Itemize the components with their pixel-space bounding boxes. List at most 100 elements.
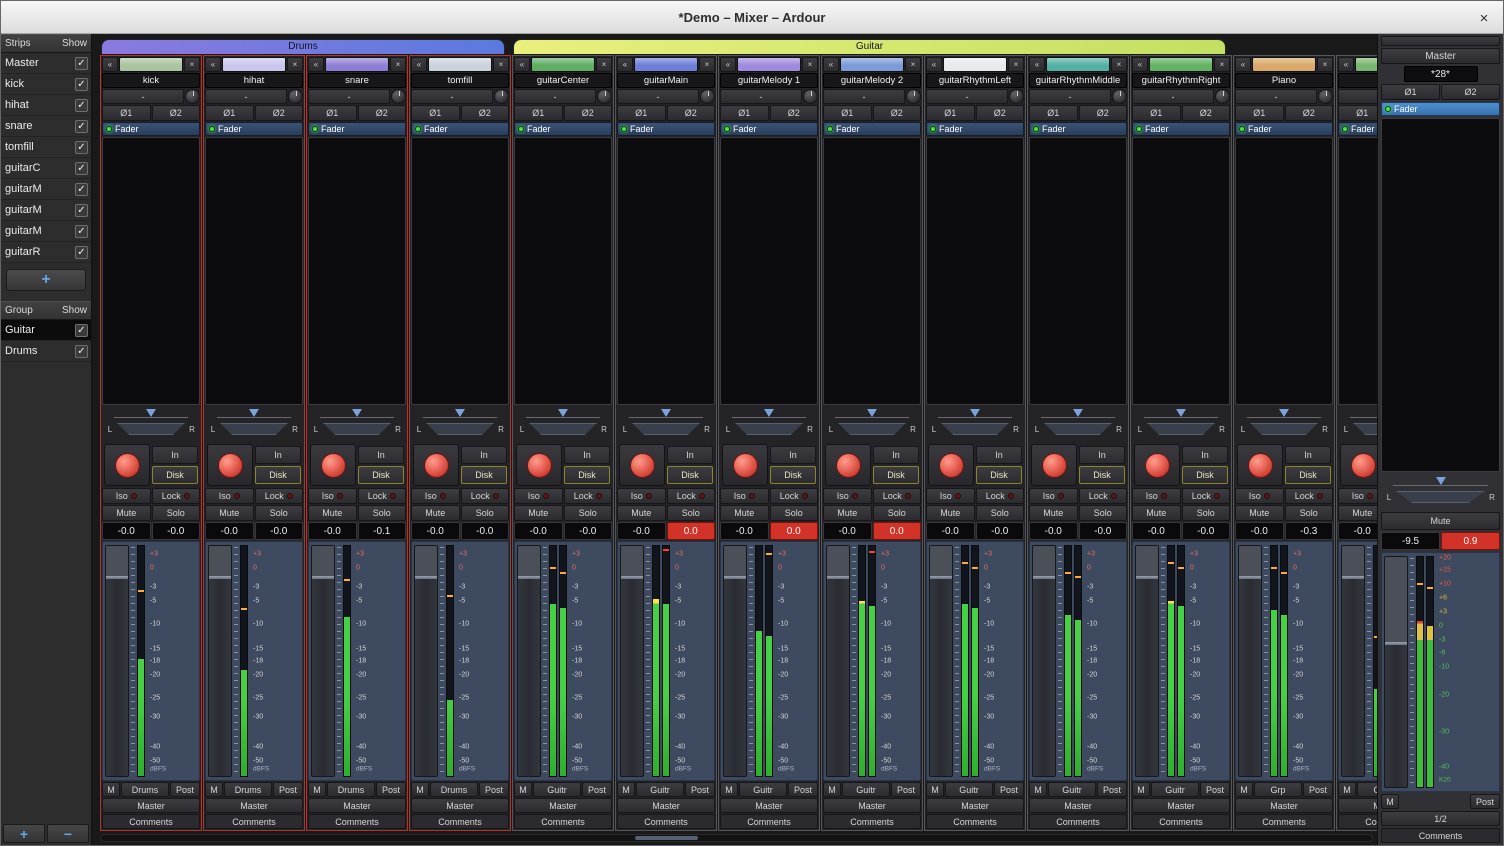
solo-lock-button[interactable]: Lock — [461, 488, 510, 504]
output-button[interactable]: Master — [1338, 798, 1377, 813]
processor-box[interactable] — [102, 137, 200, 405]
pan-width-track[interactable] — [114, 409, 188, 418]
strip-name-button[interactable]: kick — [102, 73, 200, 88]
peak-display[interactable]: -0.3 — [1285, 522, 1334, 540]
comments-button[interactable]: Comments — [308, 814, 406, 829]
meter-post-button[interactable]: Post — [685, 782, 715, 797]
phase-invert-2-button[interactable]: Ø2 — [358, 105, 407, 121]
strip-close-icon[interactable]: × — [1008, 57, 1024, 72]
strip-color-bar[interactable] — [1355, 57, 1377, 72]
pan-balance-track[interactable] — [632, 423, 700, 435]
trim-knob[interactable] — [288, 89, 303, 104]
phase-invert-2-button[interactable]: Ø2 — [1079, 105, 1128, 121]
pan-width-track[interactable] — [217, 409, 291, 418]
channel-fader[interactable] — [723, 545, 747, 777]
strip-list-item[interactable]: snare✓ — [1, 116, 91, 137]
pan-position-marker[interactable] — [1279, 409, 1289, 417]
strip-visible-checkbox[interactable]: ✓ — [75, 246, 88, 259]
strip-close-icon[interactable]: × — [1111, 57, 1127, 72]
strip-list-item[interactable]: Master✓ — [1, 53, 91, 74]
channel-fader[interactable] — [311, 545, 335, 777]
pan-position-marker[interactable] — [249, 409, 259, 417]
monitor-input-button[interactable]: In — [358, 446, 404, 464]
master-metering-point-button[interactable]: M — [1381, 794, 1399, 809]
group-button[interactable]: Drums — [430, 782, 478, 797]
comments-button[interactable]: Comments — [926, 814, 1024, 829]
solo-lock-button[interactable]: Lock — [1079, 488, 1128, 504]
pan-balance-track[interactable] — [1147, 423, 1215, 435]
solo-isolate-button[interactable]: Iso — [1235, 488, 1284, 504]
comments-button[interactable]: Comments — [720, 814, 818, 829]
gain-display[interactable]: -0.0 — [102, 522, 151, 540]
meter-post-button[interactable]: Post — [273, 782, 303, 797]
horizontal-scrollbar[interactable] — [100, 834, 1373, 842]
pan-balance-track[interactable] — [117, 423, 185, 435]
solo-button[interactable]: Solo — [770, 505, 819, 521]
processor-active-led[interactable] — [312, 126, 318, 132]
monitor-input-button[interactable]: In — [152, 446, 198, 464]
solo-button[interactable]: Solo — [1079, 505, 1128, 521]
monitor-disk-button[interactable]: Disk — [770, 466, 816, 484]
input-source-button[interactable]: - — [1338, 89, 1377, 104]
output-button[interactable]: Master — [823, 798, 921, 813]
meter-post-button[interactable]: Post — [582, 782, 612, 797]
metering-point-button[interactable]: M — [1132, 782, 1150, 797]
record-arm-button[interactable] — [1340, 444, 1377, 486]
processor-box[interactable] — [1235, 137, 1333, 405]
strip-list-item[interactable]: kick✓ — [1, 74, 91, 95]
pan-balance-track[interactable] — [1044, 423, 1112, 435]
channel-fader[interactable] — [1238, 545, 1262, 777]
processor-box[interactable] — [1338, 137, 1377, 405]
mute-button[interactable]: Mute — [1029, 505, 1078, 521]
gain-display[interactable]: -0.0 — [1235, 522, 1284, 540]
strip-visible-checkbox[interactable]: ✓ — [75, 183, 88, 196]
strip-list-item[interactable]: tomfill✓ — [1, 137, 91, 158]
input-source-button[interactable]: - — [1235, 89, 1317, 104]
solo-isolate-button[interactable]: Iso — [514, 488, 563, 504]
strip-name-button[interactable]: guitarMelody 2 — [823, 73, 921, 88]
processor-active-led[interactable] — [1239, 126, 1245, 132]
monitor-disk-button[interactable]: Disk — [564, 466, 610, 484]
phase-invert-1-button[interactable]: Ø1 — [102, 105, 151, 121]
processor-active-led[interactable] — [1136, 126, 1142, 132]
gain-display[interactable]: -0.0 — [617, 522, 666, 540]
strip-scroll-left-icon[interactable]: « — [205, 57, 221, 72]
metering-point-button[interactable]: M — [102, 782, 120, 797]
channel-fader[interactable] — [1341, 545, 1365, 777]
peak-display[interactable]: -0.1 — [358, 522, 407, 540]
remove-group-button[interactable]: − — [47, 824, 89, 843]
strip-list-item[interactable]: guitarM✓ — [1, 179, 91, 200]
record-arm-button[interactable] — [413, 444, 459, 486]
pan-balance-track[interactable] — [1250, 423, 1318, 435]
monitor-input-button[interactable]: In — [564, 446, 610, 464]
master-output-button[interactable]: 1/2 — [1381, 811, 1500, 826]
pan-width-track[interactable] — [1041, 409, 1115, 418]
metering-point-button[interactable]: M — [926, 782, 944, 797]
trim-knob[interactable] — [803, 89, 818, 104]
pan-balance-track[interactable] — [529, 423, 597, 435]
phase-invert-1-button[interactable]: Ø1 — [926, 105, 975, 121]
peak-display[interactable]: -0.0 — [461, 522, 510, 540]
monitor-input-button[interactable]: In — [255, 446, 301, 464]
mute-button[interactable]: Mute — [926, 505, 975, 521]
strip-scroll-left-icon[interactable]: « — [1132, 57, 1148, 72]
group-list-item[interactable]: Guitar✓ — [1, 320, 91, 341]
monitor-input-button[interactable]: In — [667, 446, 713, 464]
processor-active-led[interactable] — [930, 126, 936, 132]
peak-display[interactable]: -0.0 — [1079, 522, 1128, 540]
master-title-button[interactable]: Master — [1381, 48, 1500, 64]
phase-invert-1-button[interactable]: Ø1 — [720, 105, 769, 121]
input-source-button[interactable]: - — [720, 89, 802, 104]
phase-invert-2-button[interactable]: Ø2 — [1285, 105, 1334, 121]
monitor-disk-button[interactable]: Disk — [1285, 466, 1331, 484]
strip-visible-checkbox[interactable]: ✓ — [75, 225, 88, 238]
phase-invert-1-button[interactable]: Ø1 — [617, 105, 666, 121]
solo-isolate-button[interactable]: Iso — [308, 488, 357, 504]
phase-invert-1-button[interactable]: Ø1 — [205, 105, 254, 121]
trim-knob[interactable] — [494, 89, 509, 104]
group-button[interactable]: Drums — [224, 782, 272, 797]
input-source-button[interactable]: - — [308, 89, 390, 104]
peak-display[interactable]: -0.0 — [564, 522, 613, 540]
strip-color-bar[interactable] — [428, 57, 492, 72]
strip-close-icon[interactable]: × — [596, 57, 612, 72]
